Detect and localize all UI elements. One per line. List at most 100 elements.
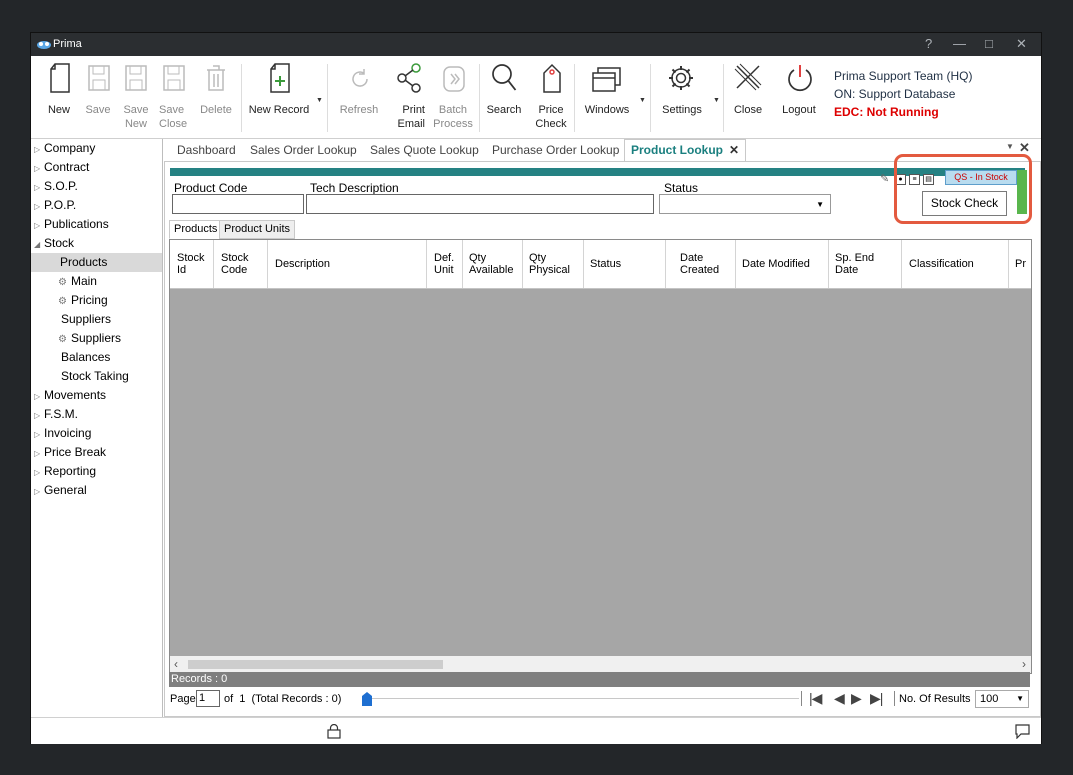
tab-menu-icon[interactable]: ▼ xyxy=(1006,142,1014,151)
batch-process-button[interactable]: Batch Process xyxy=(431,56,475,138)
tree-item-sop[interactable]: ▷ S.O.P. xyxy=(31,177,162,196)
close-window-button[interactable]: ✕ xyxy=(1016,36,1027,52)
column-header[interactable]: Stock Id xyxy=(177,252,205,276)
tree-item-main[interactable]: ⚙ Main xyxy=(31,272,162,291)
expand-arrow-icon[interactable]: ▷ xyxy=(34,197,44,216)
column-header[interactable]: Status xyxy=(590,258,621,270)
tree-item-contract[interactable]: ▷ Contract xyxy=(31,158,162,177)
chevron-down-icon: ▼ xyxy=(713,97,720,104)
tree-item-publications[interactable]: ▷ Publications xyxy=(31,215,162,234)
expand-arrow-icon[interactable]: ▷ xyxy=(34,406,44,425)
close-tab-icon[interactable]: ✕ xyxy=(729,143,739,157)
close-button[interactable]: Close xyxy=(729,56,767,138)
subtab-products[interactable]: Products xyxy=(169,220,223,239)
expand-arrow-icon[interactable]: ▷ xyxy=(34,216,44,235)
tree-item-invoicing[interactable]: ▷ Invoicing xyxy=(31,424,162,443)
tree-item-reporting[interactable]: ▷ Reporting xyxy=(31,462,162,481)
tree-item-products[interactable]: Products xyxy=(31,253,162,272)
column-header[interactable]: Description xyxy=(275,258,330,270)
column-header[interactable]: Classification xyxy=(909,258,974,270)
save-new-button[interactable]: Save New xyxy=(121,56,151,138)
tab-purchase-order-lookup[interactable]: Purchase Order Lookup xyxy=(492,140,619,160)
column-header[interactable]: Date Modified xyxy=(742,258,810,270)
column-header[interactable]: Qty Available xyxy=(469,252,513,276)
scroll-left-icon[interactable]: ‹ xyxy=(174,657,178,671)
last-page-icon[interactable]: ▶| xyxy=(870,690,883,707)
pager-separator xyxy=(894,691,895,706)
expand-arrow-icon[interactable]: ▷ xyxy=(34,387,44,406)
tab-sales-order-lookup[interactable]: Sales Order Lookup xyxy=(250,140,357,160)
tree-item-balances[interactable]: Balances xyxy=(31,348,162,367)
tree-item-suppliers[interactable]: Suppliers xyxy=(31,310,162,329)
tree-item-pop[interactable]: ▷ P.O.P. xyxy=(31,196,162,215)
new-button[interactable]: New xyxy=(42,56,76,138)
window-title: Prima xyxy=(53,38,82,50)
eraser-icon[interactable]: ✎ xyxy=(880,172,889,185)
page-label: Page xyxy=(170,693,196,705)
tree-item-general[interactable]: ▷ General xyxy=(31,481,162,500)
column-header[interactable]: Stock Code xyxy=(221,252,249,276)
minimize-button[interactable]: — xyxy=(953,36,966,51)
save-close-button[interactable]: Save Close xyxy=(159,56,189,138)
logout-button[interactable]: Logout xyxy=(777,56,821,138)
column-header[interactable]: Qty Physical xyxy=(529,252,570,276)
app-window: Prima ? — □ ✕ New Save Save New Save Clo… xyxy=(31,33,1041,744)
ribbon-separator xyxy=(327,64,328,132)
previous-page-icon[interactable]: ◀ xyxy=(834,690,845,707)
tree-item-suppliers-sub[interactable]: ⚙ Suppliers xyxy=(31,329,162,348)
search-button[interactable]: Search xyxy=(483,56,525,138)
tree-item-pricing[interactable]: ⚙ Pricing xyxy=(31,291,162,310)
search-icon xyxy=(492,64,517,91)
tech-description-input[interactable] xyxy=(306,194,654,214)
help-button[interactable]: ? xyxy=(925,36,932,51)
product-code-input[interactable] xyxy=(172,194,304,214)
expand-arrow-icon[interactable]: ▷ xyxy=(34,159,44,178)
settings-button[interactable]: Settings ▼ xyxy=(657,56,720,138)
expand-arrow-icon[interactable]: ▷ xyxy=(34,444,44,463)
collapse-arrow-icon[interactable]: ◢ xyxy=(34,235,44,254)
tree-item-price-break[interactable]: ▷ Price Break xyxy=(31,443,162,462)
expand-arrow-icon[interactable]: ▷ xyxy=(34,425,44,444)
delete-button[interactable]: Delete xyxy=(196,56,236,138)
save-button[interactable]: Save xyxy=(83,56,113,138)
windows-button[interactable]: Windows ▼ xyxy=(579,56,646,138)
page-slider-thumb[interactable] xyxy=(362,692,372,706)
ribbon-separator xyxy=(723,64,724,132)
price-check-button[interactable]: Price Check xyxy=(533,56,569,138)
scroll-right-icon[interactable]: › xyxy=(1022,657,1026,671)
tree-item-stock-taking[interactable]: Stock Taking xyxy=(31,367,162,386)
expand-arrow-icon[interactable]: ▷ xyxy=(34,482,44,501)
expand-arrow-icon[interactable]: ▷ xyxy=(34,178,44,197)
scrollbar-thumb[interactable] xyxy=(188,660,443,669)
next-page-icon[interactable]: ▶ xyxy=(851,690,862,707)
maximize-button[interactable]: □ xyxy=(985,36,993,51)
power-icon xyxy=(788,65,812,91)
tree-item-movements[interactable]: ▷ Movements xyxy=(31,386,162,405)
column-header[interactable]: Pr xyxy=(1015,258,1026,270)
print-email-button[interactable]: Print Email xyxy=(393,56,425,138)
page-slider-track[interactable] xyxy=(366,698,799,699)
horizontal-scrollbar[interactable]: ‹ › xyxy=(170,656,1031,673)
tree-item-company[interactable]: ▷ Company xyxy=(31,139,162,158)
refresh-button[interactable]: Refresh xyxy=(338,56,380,138)
status-dropdown[interactable]: ▼ xyxy=(659,194,831,214)
new-record-button[interactable]: New Record ▼ xyxy=(246,56,323,138)
tab-sales-quote-lookup[interactable]: Sales Quote Lookup xyxy=(370,140,479,160)
results-per-page-dropdown[interactable]: 100 ▼ xyxy=(975,690,1029,708)
tab-dashboard[interactable]: Dashboard xyxy=(177,140,236,160)
save-close-icon xyxy=(163,65,185,91)
expand-arrow-icon[interactable]: ▷ xyxy=(34,463,44,482)
column-header[interactable]: Date Created xyxy=(680,252,719,276)
tree-item-fsm[interactable]: ▷ F.S.M. xyxy=(31,405,162,424)
page-number-input[interactable]: 1 xyxy=(196,690,220,707)
expand-arrow-icon[interactable]: ▷ xyxy=(34,140,44,159)
first-page-icon[interactable]: |◀ xyxy=(809,690,822,707)
column-header[interactable]: Sp. End Date xyxy=(835,252,874,276)
column-header[interactable]: Def. Unit xyxy=(434,252,454,276)
chat-icon[interactable] xyxy=(1015,724,1030,739)
lock-icon[interactable] xyxy=(327,724,341,739)
tree-item-stock[interactable]: ◢ Stock xyxy=(31,234,162,253)
tab-product-lookup[interactable]: Product Lookup ✕ xyxy=(624,139,747,162)
new-file-icon xyxy=(50,63,70,93)
subtab-product-units[interactable]: Product Units xyxy=(219,220,296,239)
